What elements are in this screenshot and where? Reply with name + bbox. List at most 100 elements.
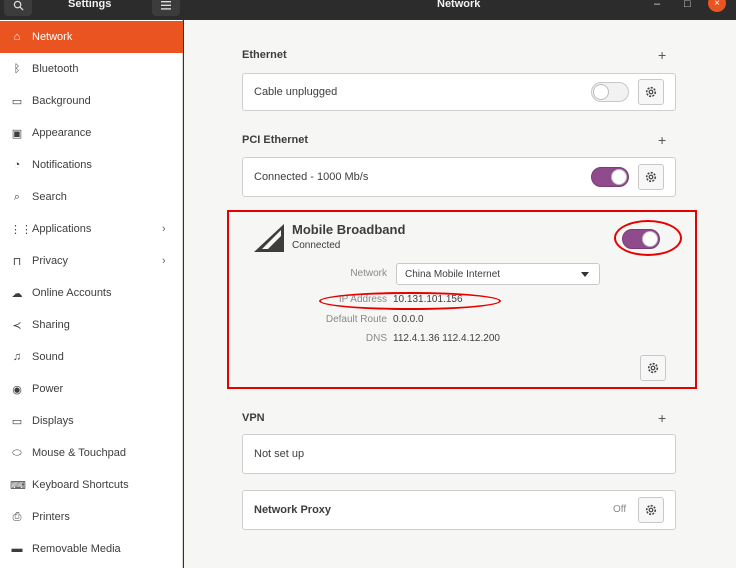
toggle-knob	[642, 231, 658, 247]
minimize-button[interactable]: –	[654, 0, 660, 10]
hamburger-menu-icon	[161, 0, 171, 10]
close-icon: ×	[714, 0, 720, 9]
sidebar-item-bluetooth[interactable]: ᛒ Bluetooth	[0, 53, 183, 85]
mouse-icon: ⬭	[12, 446, 22, 459]
search-icon	[13, 0, 24, 11]
search-button[interactable]	[4, 0, 32, 16]
add-pci-ethernet-button[interactable]: +	[658, 132, 666, 148]
sidebar-item-label: Privacy	[32, 255, 69, 267]
pci-ethernet-settings-button[interactable]	[638, 164, 664, 190]
sidebar: ⌂ Network ᛒ Bluetooth ▭ Background ▣ App…	[0, 20, 183, 568]
default-route-value: 0.0.0.0	[393, 314, 424, 325]
music-note-icon: ♫	[12, 351, 22, 363]
cloud-icon: ☁	[11, 287, 23, 300]
background-icon: ▭	[11, 95, 23, 108]
display-icon: ▭	[11, 415, 23, 428]
dns-label: DNS	[365, 333, 387, 344]
sidebar-item-notifications[interactable]: ◔ Notifications	[0, 149, 183, 181]
sidebar-item-removable-media[interactable]: ▬ Removable Media	[0, 533, 183, 565]
ip-address-value: 10.131.101.156	[393, 294, 463, 305]
bell-icon: ◔	[13, 159, 21, 171]
sidebar-item-applications[interactable]: ⋮⋮ Applications ›	[0, 213, 183, 245]
sidebar-item-online-accounts[interactable]: ☁ Online Accounts	[0, 277, 183, 309]
add-vpn-button[interactable]: +	[658, 410, 666, 426]
ethernet-settings-button[interactable]	[638, 79, 664, 105]
lock-icon: ⊓	[12, 255, 22, 268]
sidebar-item-displays[interactable]: ▭ Displays	[0, 405, 183, 437]
sidebar-item-label: Applications	[32, 223, 92, 235]
sidebar-item-label: Power	[32, 383, 64, 395]
pci-ethernet-title: PCI Ethernet	[242, 134, 309, 146]
sidebar-item-label: Sound	[32, 351, 64, 363]
sidebar-item-label: Sharing	[32, 319, 70, 331]
add-ethernet-button[interactable]: +	[658, 47, 666, 63]
sidebar-item-network[interactable]: ⌂ Network	[0, 21, 183, 53]
vpn-status: Not set up	[254, 448, 305, 460]
sidebar-item-keyboard-shortcuts[interactable]: ⌨ Keyboard Shortcuts	[0, 469, 183, 501]
sidebar-item-mouse-touchpad[interactable]: ⬭ Mouse & Touchpad	[0, 437, 183, 469]
title-bar: Settings Network – □ ×	[0, 0, 736, 20]
chevron-right-icon: ›	[162, 223, 166, 235]
chevron-down-icon	[581, 272, 589, 277]
ethernet-title: Ethernet	[242, 49, 287, 61]
pci-ethernet-toggle[interactable]	[591, 167, 629, 187]
cellular-signal-icon	[254, 224, 284, 252]
sidebar-item-background[interactable]: ▭ Background	[0, 85, 183, 117]
sidebar-item-label: Background	[32, 95, 91, 107]
sidebar-item-appearance[interactable]: ▣ Appearance	[0, 117, 183, 149]
printer-icon: ⎙	[12, 510, 22, 523]
power-icon: ◉	[12, 383, 22, 396]
gear-icon	[645, 504, 657, 516]
page-title: Network	[437, 0, 481, 10]
sidebar-item-privacy[interactable]: ⊓ Privacy ›	[0, 245, 183, 277]
sidebar-item-label: Online Accounts	[32, 287, 112, 299]
network-proxy-card[interactable]: Network Proxy Off	[242, 490, 676, 530]
network-label: Network	[350, 268, 387, 279]
gear-icon	[645, 171, 657, 183]
ip-address-label: IP Address	[338, 294, 387, 305]
keyboard-icon: ⌨	[10, 479, 26, 492]
sidebar-item-sharing[interactable]: ≺ Sharing	[0, 309, 183, 341]
sidebar-item-search[interactable]: ⌕ Search	[0, 181, 183, 213]
sidebar-item-label: Network	[32, 31, 73, 43]
pci-ethernet-card: Connected - 1000 Mb/s	[242, 157, 676, 197]
network-proxy-settings-button[interactable]	[638, 497, 664, 523]
network-proxy-title: Network Proxy	[254, 504, 332, 516]
appearance-icon: ▣	[11, 127, 23, 140]
mobile-broadband-settings-button[interactable]	[640, 355, 666, 381]
sidebar-item-power[interactable]: ◉ Power	[0, 373, 183, 405]
gear-icon	[647, 362, 659, 374]
pci-ethernet-status: Connected - 1000 Mb/s	[254, 171, 369, 183]
sidebar-item-label: Search	[32, 191, 67, 203]
default-route-label: Default Route	[325, 314, 387, 325]
sidebar-item-label: Keyboard Shortcuts	[32, 479, 129, 491]
network-select[interactable]: China Mobile Internet	[396, 263, 600, 285]
network-icon: ⌂	[13, 31, 21, 43]
mobile-broadband-toggle[interactable]	[622, 229, 660, 249]
sidebar-item-label: Mouse & Touchpad	[32, 447, 126, 459]
vpn-card: Not set up	[242, 434, 676, 474]
chevron-right-icon: ›	[162, 255, 166, 267]
ethernet-toggle[interactable]	[591, 82, 629, 102]
mobile-broadband-title: Mobile Broadband	[292, 222, 406, 237]
network-select-value: China Mobile Internet	[405, 269, 501, 280]
ethernet-status: Cable unplugged	[254, 86, 338, 98]
bluetooth-icon: ᛒ	[13, 63, 21, 75]
share-icon: ≺	[12, 319, 22, 332]
close-button[interactable]: ×	[708, 0, 726, 12]
mobile-broadband-panel: Mobile Broadband Connected Network China…	[242, 213, 676, 389]
maximize-button[interactable]: □	[684, 0, 691, 10]
menu-button[interactable]	[152, 0, 180, 16]
network-panel: Ethernet + Cable unplugged PCI Ethernet …	[184, 20, 736, 568]
sidebar-item-printers[interactable]: ⎙ Printers	[0, 501, 183, 533]
toggle-knob	[611, 169, 627, 185]
drive-icon: ▬	[11, 543, 23, 555]
mobile-broadband-status: Connected	[292, 240, 341, 251]
sidebar-item-label: Notifications	[32, 159, 92, 171]
app-title: Settings	[68, 0, 112, 10]
apps-grid-icon: ⋮⋮	[10, 223, 32, 236]
sidebar-item-label: Printers	[32, 511, 70, 523]
sidebar-item-sound[interactable]: ♫ Sound	[0, 341, 183, 373]
vpn-title: VPN	[242, 412, 265, 424]
gear-icon	[645, 86, 657, 98]
